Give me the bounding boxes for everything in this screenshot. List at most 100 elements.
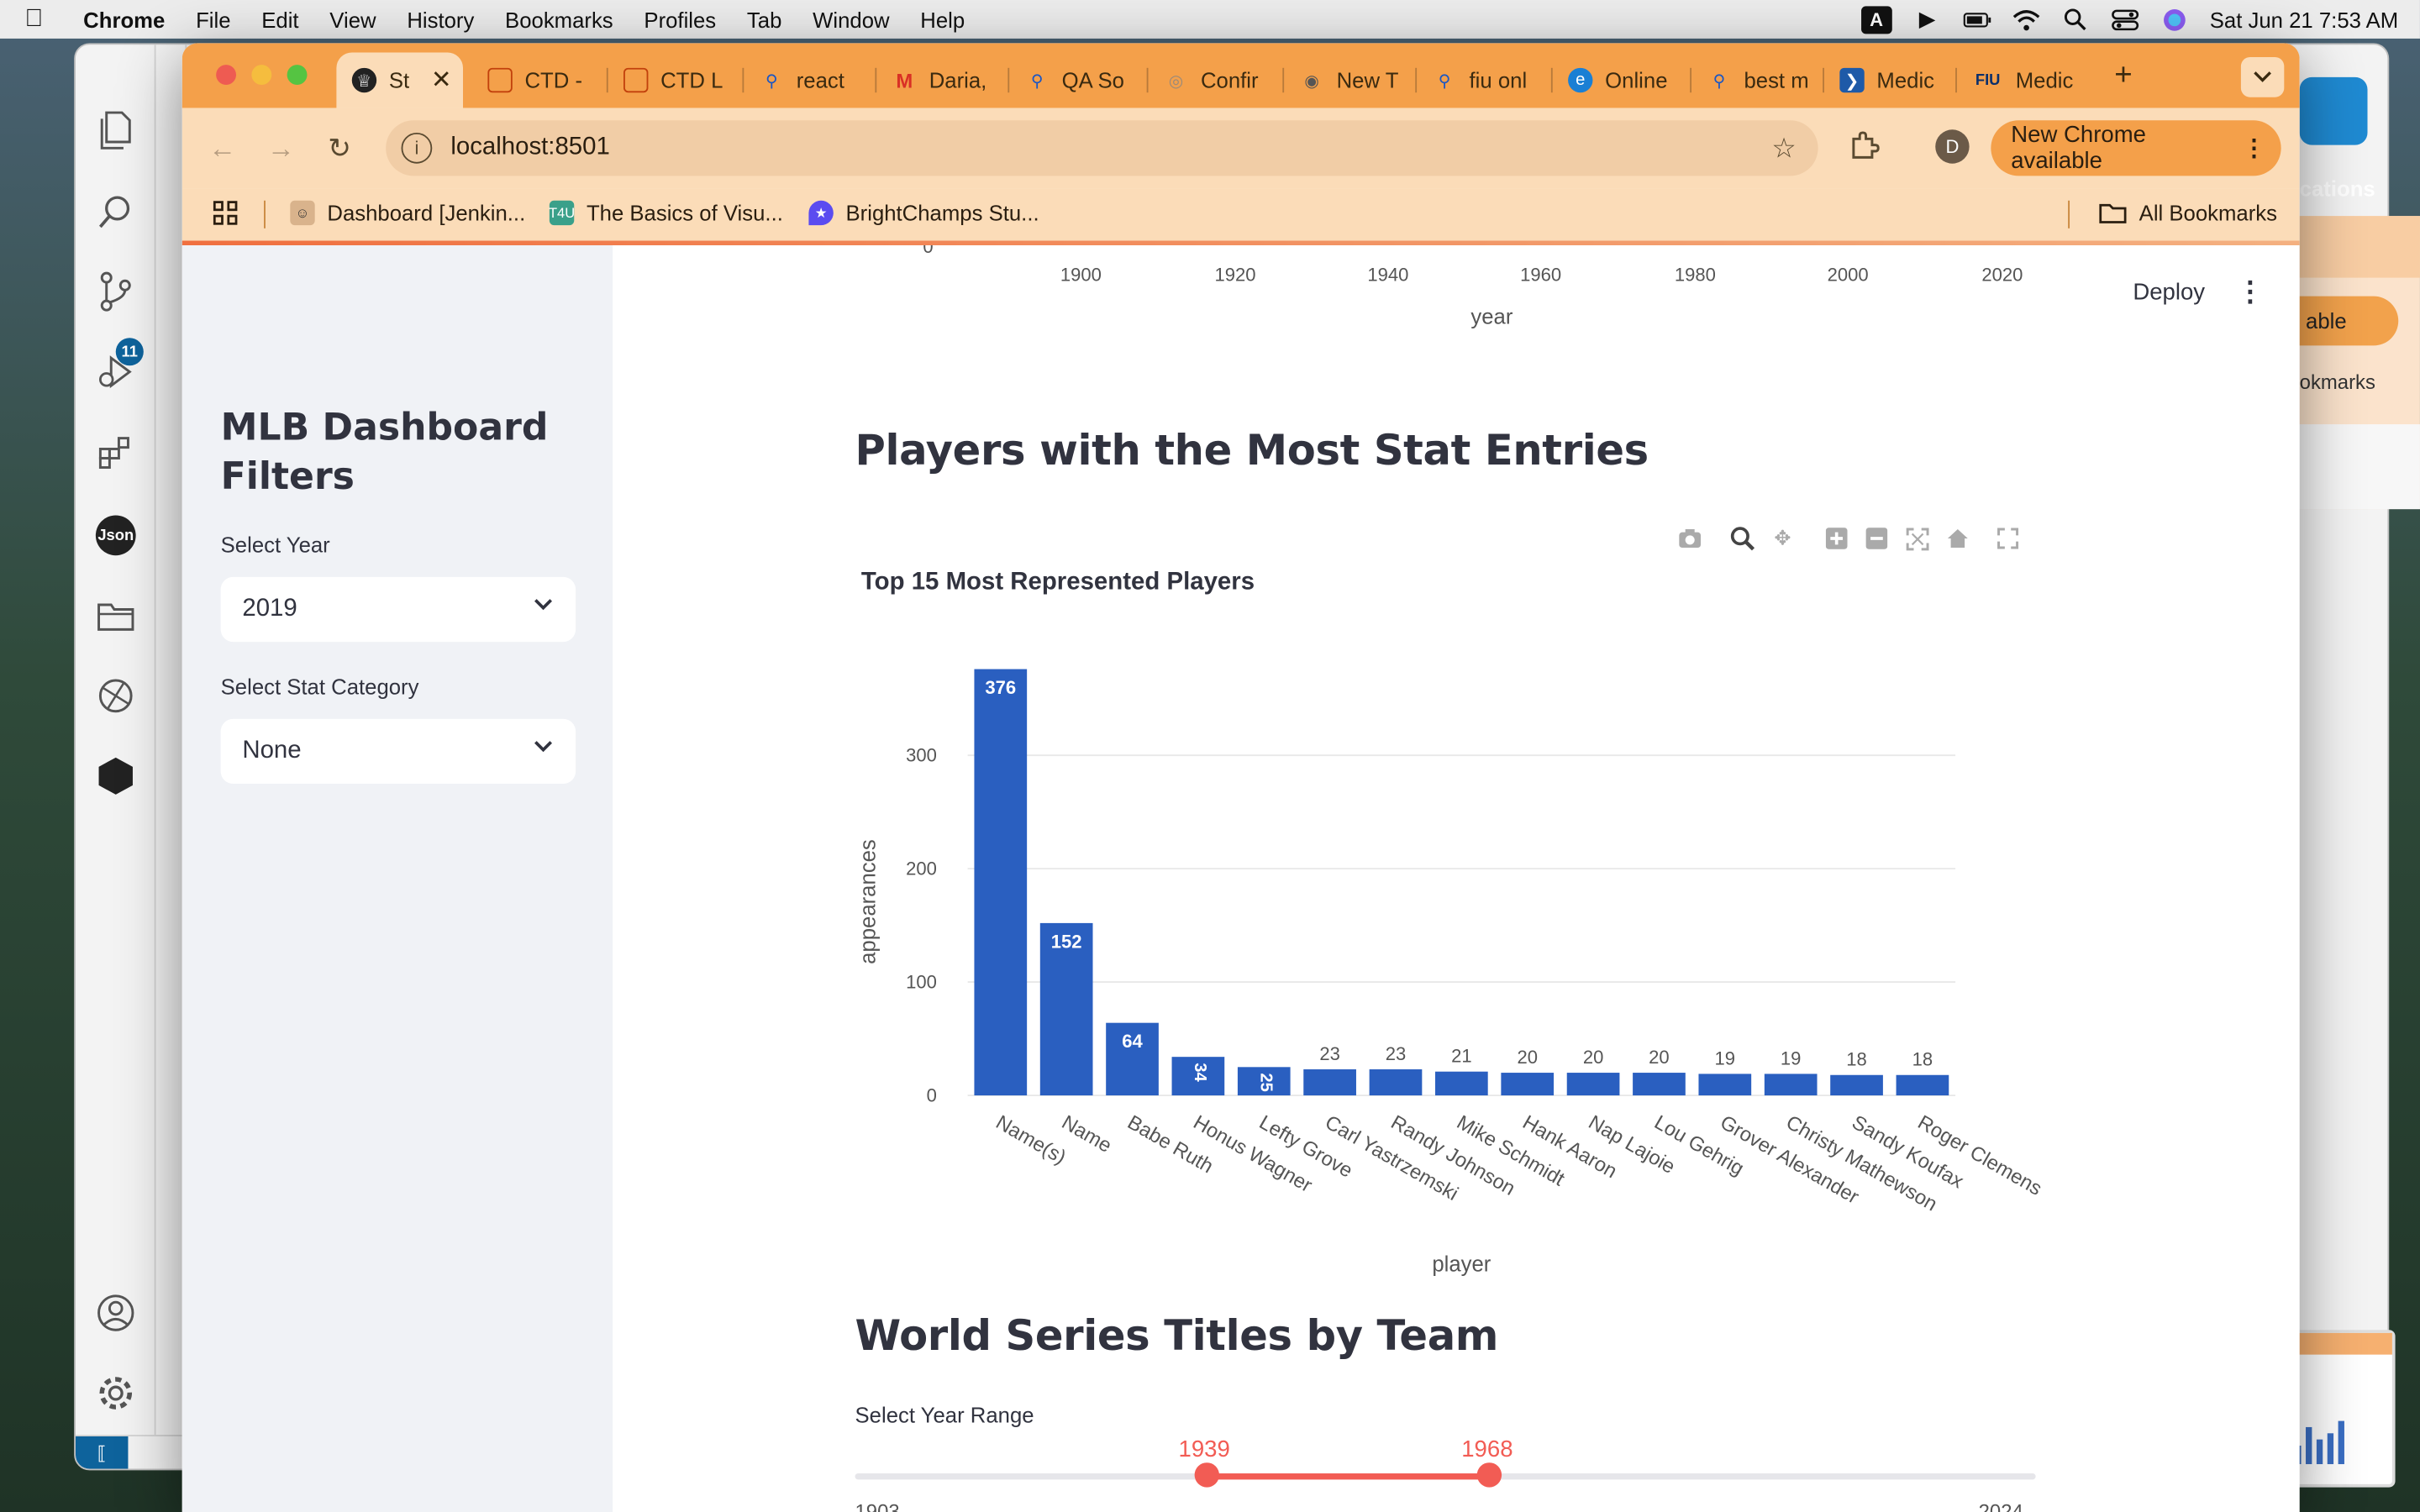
bookmark-star-icon[interactable]: ☆: [1771, 132, 1797, 165]
menu-bookmarks[interactable]: Bookmarks: [490, 7, 629, 31]
tab-search-chevron-icon[interactable]: [2240, 56, 2285, 97]
close-window-button[interactable]: [216, 65, 237, 86]
account-icon[interactable]: [94, 1291, 137, 1334]
bar-chart[interactable]: 0100200300appearances376Name(s)152Name64…: [860, 616, 2079, 1279]
fullscreen-icon[interactable]: [1996, 526, 2020, 550]
wifi-icon[interactable]: [2012, 7, 2040, 31]
year-range-high-handle[interactable]: [1476, 1462, 1502, 1488]
tab-confirm[interactable]: ◎ Confir: [1149, 52, 1285, 108]
year-select[interactable]: 2019: [220, 576, 576, 643]
search-icon: ⚲: [765, 71, 778, 91]
stat-category-select[interactable]: None: [220, 718, 576, 785]
tab-qa[interactable]: ⚲ QA So: [1009, 52, 1149, 108]
section-title-stat-entries: Players with the Most Stat Entries: [855, 427, 1649, 475]
menu-profiles[interactable]: Profiles: [629, 7, 731, 31]
bookmark-jenkins[interactable]: ☺ Dashboard [Jenkin...: [290, 200, 526, 226]
apple-icon[interactable]: : [0, 5, 68, 33]
tab-best[interactable]: ⚲ best m: [1691, 52, 1824, 108]
play-icon[interactable]: ▶: [1913, 6, 1941, 31]
remote-explorer-icon[interactable]: [94, 675, 137, 717]
menu-edit[interactable]: Edit: [246, 7, 314, 31]
menu-file[interactable]: File: [181, 7, 246, 31]
vscode-dock-icon[interactable]: [2299, 76, 2368, 145]
menu-help[interactable]: Help: [905, 7, 981, 31]
tab-online[interactable]: e Online: [1553, 52, 1692, 108]
explorer-icon[interactable]: [94, 109, 137, 152]
menu-app-name[interactable]: Chrome: [68, 7, 181, 31]
t4u-icon: T4U: [549, 200, 575, 226]
reset-axes-home-icon[interactable]: [1944, 526, 1969, 550]
pan-icon[interactable]: ✥: [1770, 526, 1795, 550]
bar-value-label: 20: [1517, 1047, 1538, 1068]
deploy-button[interactable]: Deploy: [2133, 279, 2205, 305]
tab-new-tab[interactable]: ◉ New T: [1284, 52, 1418, 108]
tab-gmail[interactable]: M Daria,: [876, 52, 1010, 108]
new-chrome-available-button[interactable]: New Chrome available ⋮: [1991, 120, 2281, 176]
tab-ctd-1[interactable]: CTD -: [472, 52, 608, 108]
streamlit-app: MLB Dashboard Filters Select Year 2019 S…: [182, 245, 2300, 1512]
sidebar-title: MLB Dashboard Filters: [220, 406, 549, 499]
zoom-out-icon[interactable]: [1865, 526, 1889, 550]
json-extension-icon[interactable]: Json: [94, 514, 137, 557]
bar: [1566, 1073, 1620, 1096]
address-bar[interactable]: i localhost:8501 ☆: [386, 120, 1818, 176]
autoscale-icon[interactable]: [1904, 526, 1928, 550]
bar-value-label: 25: [1257, 1073, 1276, 1091]
menubar-clock[interactable]: Sat Jun 21 7:53 AM: [2210, 7, 2398, 31]
main-menu-icon[interactable]: ⋮: [2236, 276, 2264, 309]
extensions-puzzle-icon[interactable]: [1849, 129, 1882, 163]
forward-arrow-icon[interactable]: →: [262, 129, 299, 166]
tab-title: Online: [1605, 67, 1668, 93]
zoom-in-icon[interactable]: [1824, 526, 1849, 550]
tab-title: CTD L: [660, 67, 723, 93]
apps-grid-icon[interactable]: [213, 201, 238, 225]
bar-value-label: 21: [1451, 1046, 1472, 1067]
camera-icon[interactable]: [1677, 526, 1702, 550]
extensions-icon[interactable]: [94, 430, 137, 473]
spotlight-search-icon[interactable]: [2061, 7, 2089, 31]
menu-view[interactable]: View: [314, 7, 392, 31]
tab-fiu[interactable]: ⚲ fiu onl: [1417, 52, 1553, 108]
maximize-window-button[interactable]: [287, 65, 308, 86]
bookmark-basics-visu[interactable]: T4U The Basics of Visu...: [549, 200, 783, 226]
year-range-low-handle[interactable]: [1193, 1462, 1219, 1488]
zoom-icon[interactable]: [1730, 526, 1755, 551]
folder-icon[interactable]: [94, 594, 137, 637]
back-arrow-icon[interactable]: ←: [203, 129, 240, 166]
tab-react[interactable]: ⚲ react: [744, 52, 877, 108]
hexagon-extension-icon[interactable]: [94, 754, 137, 797]
profile-avatar[interactable]: D: [1935, 129, 1970, 164]
menu-window[interactable]: Window: [797, 7, 905, 31]
remote-indicator-icon[interactable]: ⟦: [75, 1436, 129, 1469]
bookmark-label: Dashboard [Jenkin...: [327, 200, 526, 226]
x-tick: 1900: [1060, 264, 1102, 286]
run-debug-icon[interactable]: [94, 350, 137, 393]
source-control-icon[interactable]: [94, 270, 137, 312]
menu-tab[interactable]: Tab: [732, 7, 797, 31]
input-source-icon[interactable]: A: [1860, 5, 1892, 34]
tab-streamlit[interactable]: ♕ St ✕: [336, 52, 464, 108]
fiu-logo-icon: FIU: [1975, 71, 2001, 89]
battery-icon[interactable]: [1963, 7, 1991, 31]
settings-gear-icon[interactable]: [94, 1372, 137, 1415]
address-url[interactable]: localhost:8501: [450, 134, 610, 162]
y-tick-label: 100: [906, 971, 937, 992]
all-bookmarks-folder[interactable]: All Bookmarks: [2099, 201, 2277, 225]
bookmark-brightchamps[interactable]: ★ BrightChamps Stu...: [808, 200, 1039, 226]
siri-icon[interactable]: [2160, 7, 2188, 31]
tab-medic-2[interactable]: FIU Medic: [1957, 52, 2096, 108]
minimize-window-button[interactable]: [251, 65, 272, 86]
control-center-icon[interactable]: [2111, 7, 2139, 31]
reload-icon[interactable]: ↻: [321, 129, 358, 166]
tab-medic-1[interactable]: ❯ Medic: [1824, 52, 1957, 108]
site-info-icon[interactable]: i: [401, 132, 433, 164]
bookmarks-bar: ☺ Dashboard [Jenkin... T4U The Basics of…: [182, 188, 2300, 241]
close-tab-icon[interactable]: ✕: [431, 65, 452, 96]
bar-value-label: 18: [1912, 1049, 1933, 1070]
tab-ctd-2[interactable]: CTD L: [608, 52, 744, 108]
more-vert-icon[interactable]: ⋮: [2243, 134, 2266, 162]
search-icon[interactable]: [94, 190, 137, 233]
macos-menubar:  Chrome File Edit View History Bookmark…: [0, 0, 2420, 39]
menu-history[interactable]: History: [392, 7, 490, 31]
new-tab-button[interactable]: +: [2114, 59, 2132, 94]
